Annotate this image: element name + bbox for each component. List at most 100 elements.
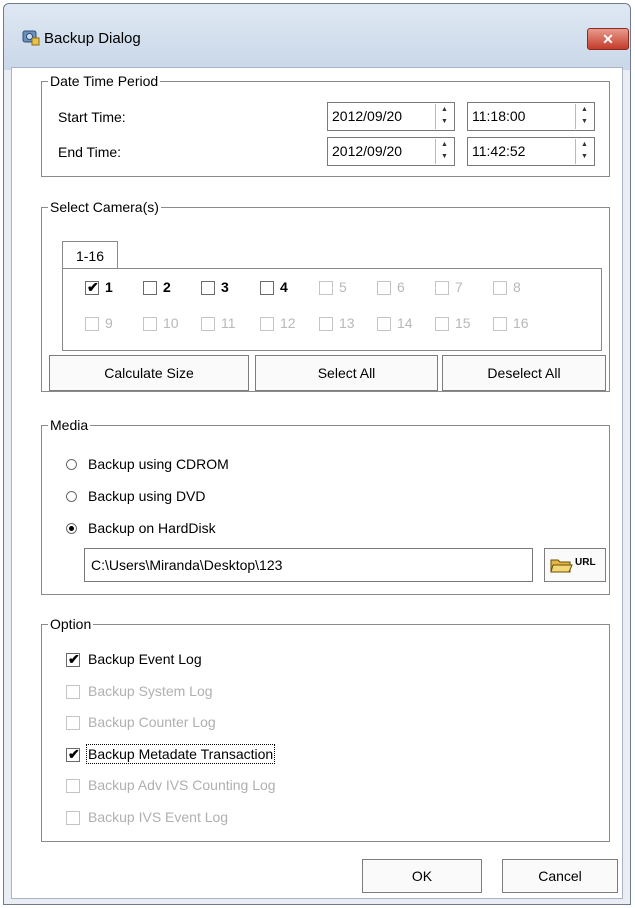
ok-button[interactable]: OK	[362, 859, 482, 893]
option-0-checkbox[interactable]: ✔	[66, 651, 80, 667]
camera-13-checkbox[interactable]	[319, 317, 333, 331]
media-option-1-radio[interactable]	[66, 491, 77, 502]
camera-15-checkbox[interactable]	[435, 317, 449, 331]
app-icon	[22, 30, 40, 46]
option-1-checkbox[interactable]	[66, 685, 80, 699]
title-bar: Backup Dialog ✕	[4, 4, 630, 70]
calculate-size-button[interactable]: Calculate Size	[49, 355, 249, 391]
camera-11-label: 11	[221, 315, 236, 331]
option-4-label[interactable]: Backup Adv IVS Counting Log	[88, 777, 276, 793]
end-time-value: 11:42:52	[472, 143, 526, 159]
date-time-period-legend: Date Time Period	[48, 72, 161, 90]
camera-11-checkbox[interactable]	[201, 317, 215, 331]
option-0-label[interactable]: Backup Event Log	[88, 651, 202, 667]
camera-15-label: 15	[455, 315, 471, 331]
spin-down-icon[interactable]: ▼	[576, 151, 593, 163]
option-4-checkbox[interactable]	[66, 779, 80, 793]
media-option-2-radio[interactable]	[66, 523, 77, 534]
spin-up-icon[interactable]: ▲	[436, 139, 453, 151]
dialog-body: Date Time Period Start Time: End Time: 2…	[11, 67, 623, 899]
spin-down-icon[interactable]: ▼	[436, 151, 453, 163]
media-option-0-radio[interactable]	[66, 459, 77, 470]
camera-4-checkbox[interactable]	[260, 281, 274, 295]
camera-2-label: 2	[163, 279, 171, 295]
end-date-spinner[interactable]: ▲ ▼	[435, 139, 453, 164]
option-2-label[interactable]: Backup Counter Log	[88, 714, 216, 730]
deselect-all-button[interactable]: Deselect All	[442, 355, 606, 391]
window-title: Backup Dialog	[44, 30, 141, 47]
media-option-0-label[interactable]: Backup using CDROM	[88, 456, 229, 472]
browse-url-label: URL	[575, 557, 596, 568]
option-2-checkbox[interactable]	[66, 716, 80, 730]
camera-12-label: 12	[280, 315, 296, 331]
camera-4-label: 4	[280, 279, 288, 295]
close-icon[interactable]: ✕	[587, 28, 629, 50]
camera-9-label: 9	[105, 315, 113, 331]
option-3-label[interactable]: Backup Metadate Transaction	[85, 744, 276, 764]
media-option-1-label[interactable]: Backup using DVD	[88, 488, 206, 504]
spin-down-icon[interactable]: ▼	[576, 116, 593, 128]
start-time-label: Start Time:	[58, 109, 126, 125]
camera-5-label: 5	[339, 279, 347, 295]
camera-tab-panel: ✔ 1 2 3 4 5 6 7 8 9 10 11 12 13 14 15 16	[62, 268, 602, 351]
start-date-spinner[interactable]: ▲ ▼	[435, 104, 453, 129]
camera-10-label: 10	[163, 315, 179, 331]
camera-14-label: 14	[397, 315, 413, 331]
start-date-value: 2012/09/20	[332, 108, 403, 124]
camera-2-checkbox[interactable]	[143, 281, 157, 295]
end-time-label: End Time:	[58, 144, 122, 160]
camera-12-checkbox[interactable]	[260, 317, 274, 331]
spin-up-icon[interactable]: ▲	[576, 104, 593, 116]
checkmark-icon: ✔	[68, 651, 80, 667]
option-5-label[interactable]: Backup IVS Event Log	[88, 809, 228, 825]
option-5-checkbox[interactable]	[66, 811, 80, 825]
option-legend: Option	[48, 615, 94, 633]
select-cameras-legend: Select Camera(s)	[48, 198, 161, 216]
backup-dialog-window: Backup Dialog ✕ Date Time Period Start T…	[3, 3, 631, 905]
media-group: Media C:\Users\Miranda\Desktop\123 URL B…	[41, 416, 610, 595]
media-option-2-label[interactable]: Backup on HardDisk	[88, 520, 216, 536]
end-time-spinner[interactable]: ▲ ▼	[575, 139, 593, 164]
option-group: Option ✔ Backup Event Log Backup System Lo…	[41, 615, 610, 842]
start-time-picker[interactable]: 11:18:00 ▲ ▼	[467, 102, 595, 131]
camera-13-label: 13	[339, 315, 355, 331]
tab-cameras-1-16[interactable]: 1-16	[62, 241, 118, 269]
camera-1-label: 1	[105, 279, 113, 295]
spin-up-icon[interactable]: ▲	[436, 104, 453, 116]
option-1-label[interactable]: Backup System Log	[88, 683, 213, 699]
spin-down-icon[interactable]: ▼	[436, 116, 453, 128]
start-time-value: 11:18:00	[472, 108, 526, 124]
browse-folder-button[interactable]: URL	[544, 548, 606, 582]
checkmark-icon: ✔	[68, 746, 80, 762]
select-all-button[interactable]: Select All	[255, 355, 438, 391]
camera-1-checkbox[interactable]: ✔	[85, 279, 99, 295]
checkmark-icon: ✔	[87, 279, 99, 295]
start-time-spinner[interactable]: ▲ ▼	[575, 104, 593, 129]
camera-5-checkbox[interactable]	[319, 281, 333, 295]
end-date-value: 2012/09/20	[332, 143, 403, 159]
option-3-checkbox[interactable]: ✔	[66, 746, 80, 762]
date-time-period-group: Date Time Period Start Time: End Time: 2…	[41, 72, 610, 177]
camera-16-label: 16	[513, 315, 529, 331]
cancel-button[interactable]: Cancel	[502, 859, 618, 893]
backup-path-field[interactable]: C:\Users\Miranda\Desktop\123	[84, 548, 533, 582]
spin-up-icon[interactable]: ▲	[576, 139, 593, 151]
camera-8-checkbox[interactable]	[493, 281, 507, 295]
select-cameras-group: Select Camera(s) 1-16 ✔ 1 2 3 4 5 6 7 8 9 10 11 12 13…	[41, 198, 610, 392]
camera-8-label: 8	[513, 279, 521, 295]
camera-6-checkbox[interactable]	[377, 281, 391, 295]
end-date-picker[interactable]: 2012/09/20 ▲ ▼	[327, 137, 455, 166]
camera-7-checkbox[interactable]	[435, 281, 449, 295]
camera-9-checkbox[interactable]	[85, 317, 99, 331]
camera-3-label: 3	[221, 279, 229, 295]
camera-10-checkbox[interactable]	[143, 317, 157, 331]
camera-14-checkbox[interactable]	[377, 317, 391, 331]
folder-open-icon	[550, 559, 573, 573]
end-time-picker[interactable]: 11:42:52 ▲ ▼	[467, 137, 595, 166]
start-date-picker[interactable]: 2012/09/20 ▲ ▼	[327, 102, 455, 131]
camera-3-checkbox[interactable]	[201, 281, 215, 295]
camera-16-checkbox[interactable]	[493, 317, 507, 331]
camera-7-label: 7	[455, 279, 463, 295]
media-legend: Media	[48, 416, 91, 434]
camera-6-label: 6	[397, 279, 405, 295]
